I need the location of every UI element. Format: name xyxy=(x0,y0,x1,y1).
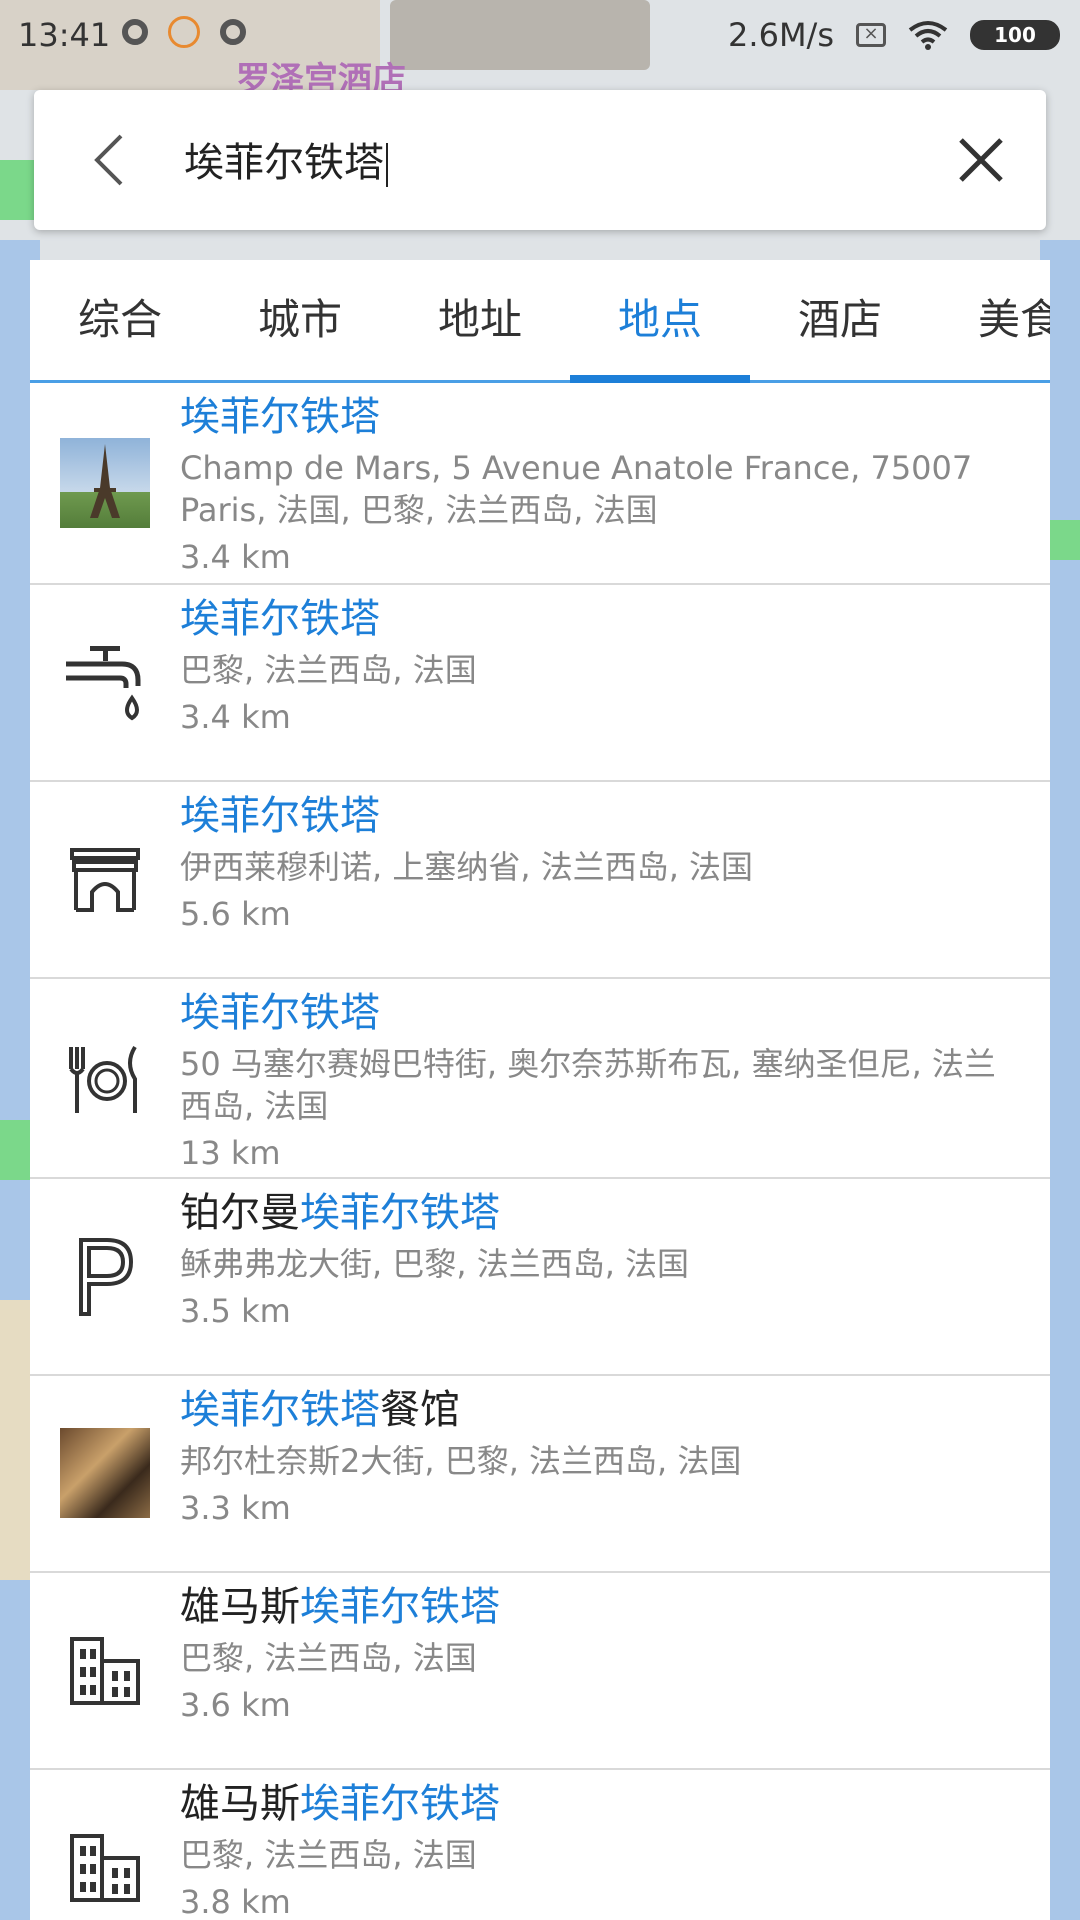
no-sim-icon: × xyxy=(856,23,886,47)
status-time: 13:41 xyxy=(18,16,111,54)
result-address: 巴黎, 法兰西岛, 法国 xyxy=(180,1836,477,1874)
record-icon xyxy=(122,19,148,45)
arch-icon xyxy=(60,834,150,924)
chevron-left-icon xyxy=(94,134,123,186)
status-right: 2.6M/s × 100 xyxy=(728,16,1060,54)
result-distance: 3.4 km xyxy=(180,538,291,576)
result-address: 邦尔杜奈斯2大街, 巴黎, 法兰西岛, 法国 xyxy=(180,1442,742,1480)
result-address: Champ de Mars, 5 Avenue Anatole France, … xyxy=(180,449,973,529)
result-address: 巴黎, 法兰西岛, 法国 xyxy=(180,1639,477,1677)
result-address: 巴黎, 法兰西岛, 法国 xyxy=(180,651,477,689)
result-item[interactable]: 埃菲尔铁塔餐馆 邦尔杜奈斯2大街, 巴黎, 法兰西岛, 法国 3.3 km xyxy=(30,1376,1050,1573)
category-tabs: 综合 城市 地址 地点 酒店 美食 xyxy=(30,260,1050,383)
result-item[interactable]: 埃菲尔铁塔 50 马塞尔赛姆巴特街, 奥尔奈苏斯布瓦, 塞纳圣但尼, 法兰西岛,… xyxy=(30,979,1050,1179)
result-address: 伊西莱穆利诺, 上塞纳省, 法兰西岛, 法国 xyxy=(180,848,754,886)
result-title: 埃菲尔铁塔 xyxy=(180,990,380,1036)
result-item[interactable]: 雄马斯埃菲尔铁塔 巴黎, 法兰西岛, 法国 3.8 km xyxy=(30,1770,1050,1920)
result-title: 埃菲尔铁塔餐馆 xyxy=(180,1387,460,1433)
result-distance: 5.6 km xyxy=(180,895,291,933)
status-bar: 13:41 2.6M/s × 100 xyxy=(0,0,1080,72)
result-item[interactable]: 埃菲尔铁塔 Champ de Mars, 5 Avenue Anatole Fr… xyxy=(30,383,1050,585)
result-distance: 3.3 km xyxy=(180,1489,291,1527)
network-speed: 2.6M/s xyxy=(728,16,834,54)
search-bar: 埃菲尔铁塔 xyxy=(34,90,1046,230)
result-text: 埃菲尔铁塔 巴黎, 法兰西岛, 法国 3.4 km xyxy=(180,593,1010,739)
result-item[interactable]: 埃菲尔铁塔 巴黎, 法兰西岛, 法国 3.4 km xyxy=(30,585,1050,782)
result-text: 雄马斯埃菲尔铁塔 巴黎, 法兰西岛, 法国 3.6 km xyxy=(180,1581,1010,1727)
result-text: 铂尔曼埃菲尔铁塔 稣弗弗龙大街, 巴黎, 法兰西岛, 法国 3.5 km xyxy=(180,1187,1010,1333)
water-tap-icon xyxy=(60,637,150,727)
emoji-notification-icon xyxy=(168,16,200,48)
search-query-text: 埃菲尔铁塔 xyxy=(184,140,384,186)
result-title: 埃菲尔铁塔 xyxy=(180,793,380,839)
tab-places[interactable]: 地点 xyxy=(570,260,750,383)
notification-icons xyxy=(122,16,246,48)
close-icon xyxy=(959,138,1003,182)
result-distance: 3.6 km xyxy=(180,1686,291,1724)
wifi-icon xyxy=(908,21,948,50)
result-text: 埃菲尔铁塔餐馆 邦尔杜奈斯2大街, 巴黎, 法兰西岛, 法国 3.3 km xyxy=(180,1384,1010,1530)
battery-icon: 100 xyxy=(970,20,1060,50)
building-icon xyxy=(60,1822,150,1912)
restaurant-thumbnail xyxy=(60,1428,150,1518)
result-title: 埃菲尔铁塔 xyxy=(180,394,380,440)
tab-general[interactable]: 综合 xyxy=(30,260,210,380)
result-text: 埃菲尔铁塔 Champ de Mars, 5 Avenue Anatole Fr… xyxy=(180,391,1010,579)
result-distance: 3.4 km xyxy=(180,698,291,736)
record-icon xyxy=(220,19,246,45)
tab-food[interactable]: 美食 xyxy=(930,260,1050,380)
restaurant-icon xyxy=(60,1034,150,1124)
result-text: 埃菲尔铁塔 伊西莱穆利诺, 上塞纳省, 法兰西岛, 法国 5.6 km xyxy=(180,790,1010,936)
result-title: 埃菲尔铁塔 xyxy=(180,596,380,642)
search-input[interactable]: 埃菲尔铁塔 xyxy=(184,130,964,190)
results-panel: 综合 城市 地址 地点 酒店 美食 埃菲尔铁塔 Champ de Mars, 5… xyxy=(30,260,1050,1920)
tab-city[interactable]: 城市 xyxy=(210,260,390,380)
result-address: 稣弗弗龙大街, 巴黎, 法兰西岛, 法国 xyxy=(180,1245,690,1283)
eiffel-thumbnail xyxy=(60,438,150,528)
tab-address[interactable]: 地址 xyxy=(390,260,570,380)
result-distance: 13 km xyxy=(180,1134,281,1172)
result-distance: 3.5 km xyxy=(180,1292,291,1330)
result-title: 雄马斯埃菲尔铁塔 xyxy=(180,1584,500,1630)
tab-hotels[interactable]: 酒店 xyxy=(750,260,930,380)
result-distance: 3.8 km xyxy=(180,1883,291,1920)
result-address: 50 马塞尔赛姆巴特街, 奥尔奈苏斯布瓦, 塞纳圣但尼, 法兰西岛, 法国 xyxy=(180,1045,996,1125)
result-title: 铂尔曼埃菲尔铁塔 xyxy=(180,1190,500,1236)
eiffel-tower-icon xyxy=(90,444,120,518)
result-item[interactable]: 雄马斯埃菲尔铁塔 巴黎, 法兰西岛, 法国 3.6 km xyxy=(30,1573,1050,1770)
result-text: 埃菲尔铁塔 50 马塞尔赛姆巴特街, 奥尔奈苏斯布瓦, 塞纳圣但尼, 法兰西岛,… xyxy=(180,987,1010,1175)
result-item[interactable]: 铂尔曼埃菲尔铁塔 稣弗弗龙大街, 巴黎, 法兰西岛, 法国 3.5 km xyxy=(30,1179,1050,1376)
back-button[interactable] xyxy=(74,125,144,195)
building-icon xyxy=(60,1625,150,1715)
result-title: 雄马斯埃菲尔铁塔 xyxy=(180,1781,500,1827)
clear-button[interactable] xyxy=(946,125,1016,195)
text-caret xyxy=(386,143,388,187)
result-text: 雄马斯埃菲尔铁塔 巴黎, 法兰西岛, 法国 3.8 km xyxy=(180,1778,1010,1920)
parking-icon xyxy=(60,1231,150,1321)
result-item[interactable]: 埃菲尔铁塔 伊西莱穆利诺, 上塞纳省, 法兰西岛, 法国 5.6 km xyxy=(30,782,1050,979)
